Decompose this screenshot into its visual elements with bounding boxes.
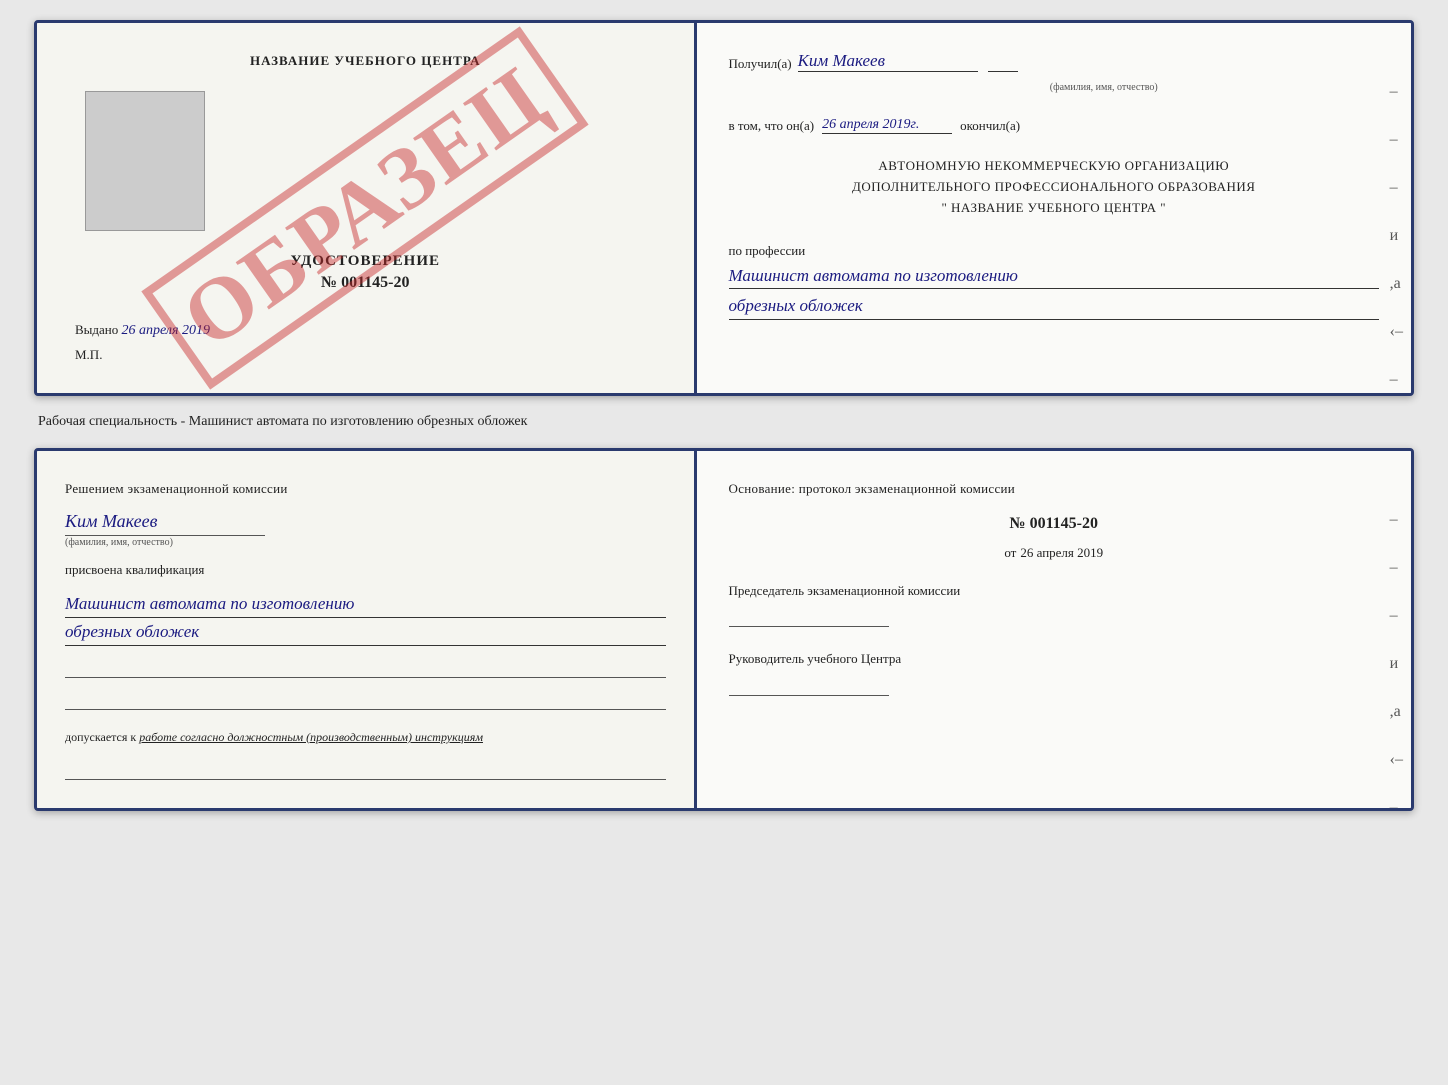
mp-label: М.П.	[65, 347, 102, 363]
specialty-separator: Рабочая специальность - Машинист автомат…	[34, 414, 1414, 430]
profession-line2: обрезных обложек	[729, 293, 1379, 320]
dash4: –	[1390, 371, 1403, 389]
recipient-name-bottom-wrapper: Ким Макеев (фамилия, имя, отчество)	[65, 507, 666, 550]
top-right-panel: Получил(а) Ким Макеев (фамилия, имя, отч…	[697, 23, 1411, 393]
bottom-blank-line	[65, 762, 666, 780]
bdash2: –	[1390, 559, 1403, 577]
certificate-number: № 001145-20	[291, 274, 441, 292]
protocol-number: № 001145-20	[729, 515, 1379, 533]
dopuskaetsya-block: допускается к работе согласно должностны…	[65, 728, 666, 746]
bdash3: –	[1390, 607, 1403, 625]
recipient-name-top: Ким Макеев	[798, 51, 978, 72]
top-document: НАЗВАНИЕ УЧЕБНОГО ЦЕНТРА ОБРАЗЕЦ УДОСТОВ…	[34, 20, 1414, 396]
dash3: –	[1390, 179, 1403, 197]
dash-after-name	[988, 71, 1018, 72]
osnovanie-label: Основание: протокол экзаменационной коми…	[729, 479, 1379, 499]
recipient-name-bottom: Ким Макеев	[65, 511, 666, 532]
po-professii-label: по профессии	[729, 243, 806, 258]
bdash4: –	[1390, 799, 1403, 811]
vydano-label: Выдано	[75, 322, 118, 337]
dash2: –	[1390, 131, 1403, 149]
dopuskaetsya-italic: работе согласно должностным (производств…	[139, 730, 483, 744]
qualification-block: Машинист автомата по изготовлению обрезн…	[65, 586, 666, 646]
rukovoditel-label: Руководитель учебного Центра	[729, 651, 902, 666]
org-name-block: АВТОНОМНУЮ НЕКОММЕРЧЕСКУЮ ОРГАНИЗАЦИЮ ДО…	[729, 156, 1379, 218]
issue-date-line: Выдано 26 апреля 2019	[65, 322, 210, 339]
rukovoditel-block: Руководитель учебного Центра	[729, 649, 1379, 696]
org-line3: " НАЗВАНИЕ УЧЕБНОГО ЦЕНТРА "	[729, 198, 1379, 219]
okonchil-label: окончил(а)	[960, 118, 1020, 134]
predsedatel-sig-line	[729, 609, 889, 627]
school-name-top: НАЗВАНИЕ УЧЕБНОГО ЦЕНТРА	[250, 53, 481, 69]
dash-и: и	[1390, 227, 1403, 245]
profession-line1: Машинист автомата по изготовлению	[729, 263, 1379, 290]
bottom-right-dashes: – – – и ,а ‹– – – –	[1390, 511, 1403, 811]
org-line1: АВТОНОМНУЮ НЕКОММЕРЧЕСКУЮ ОРГАНИЗАЦИЮ	[729, 156, 1379, 177]
certificate-label: УДОСТОВЕРЕНИЕ	[291, 253, 441, 270]
ot-date: 26 апреля 2019	[1020, 545, 1103, 561]
bottom-right-panel: Основание: протокол экзаменационной коми…	[697, 451, 1411, 808]
dopuskaetsya-label: допускается к	[65, 730, 136, 744]
fio-subtitle-bottom: (фамилия, имя, отчество)	[65, 535, 265, 548]
predsedatel-label: Председатель экзаменационной комиссии	[729, 583, 961, 598]
bdash-и: и	[1390, 655, 1403, 673]
right-dashes: – – – и ,а ‹– – – –	[1390, 83, 1403, 396]
bdash-а: ,а	[1390, 703, 1403, 721]
vtom-block: в том, что он(а) 26 апреля 2019г. окончи…	[729, 117, 1379, 134]
vtom-date: 26 апреля 2019г.	[822, 117, 952, 134]
certificate-block: УДОСТОВЕРЕНИЕ № 001145-20	[291, 253, 441, 292]
profession-block: по профессии Машинист автомата по изгото…	[729, 243, 1379, 320]
bdash-к: ‹–	[1390, 751, 1403, 769]
prisvoena-label: присвоена квалификация	[65, 562, 666, 578]
dash-а: ,а	[1390, 275, 1403, 293]
bottom-left-panel: Решением экзаменационной комиссии Ким Ма…	[37, 451, 697, 808]
resheniem-label: Решением экзаменационной комиссии	[65, 479, 666, 499]
vydano-date: 26 апреля 2019	[122, 323, 210, 338]
dash1: –	[1390, 83, 1403, 101]
bottom-document: Решением экзаменационной комиссии Ким Ма…	[34, 448, 1414, 811]
top-left-panel: НАЗВАНИЕ УЧЕБНОГО ЦЕНТРА ОБРАЗЕЦ УДОСТОВ…	[37, 23, 697, 393]
fio-subtitle-top: (фамилия, имя, отчество)	[729, 82, 1379, 93]
poluchil-label: Получил(а)	[729, 56, 792, 72]
ot-date-line: от 26 апреля 2019	[729, 545, 1379, 561]
org-line2: ДОПОЛНИТЕЛЬНОГО ПРОФЕССИОНАЛЬНОГО ОБРАЗО…	[729, 177, 1379, 198]
blank-line-2	[65, 692, 666, 710]
received-block: Получил(а) Ким Макеев	[729, 51, 1379, 72]
blank-line-1	[65, 660, 666, 678]
dash-к: ‹–	[1390, 323, 1403, 341]
predsedatel-block: Председатель экзаменационной комиссии	[729, 581, 1379, 628]
qual-line1: Машинист автомата по изготовлению	[65, 590, 666, 618]
bdash1: –	[1390, 511, 1403, 529]
photo-placeholder	[85, 91, 205, 231]
qual-line2: обрезных обложек	[65, 618, 666, 646]
vtom-label: в том, что он(а)	[729, 118, 815, 134]
rukovoditel-sig-line	[729, 678, 889, 696]
ot-label: от	[1004, 545, 1016, 561]
